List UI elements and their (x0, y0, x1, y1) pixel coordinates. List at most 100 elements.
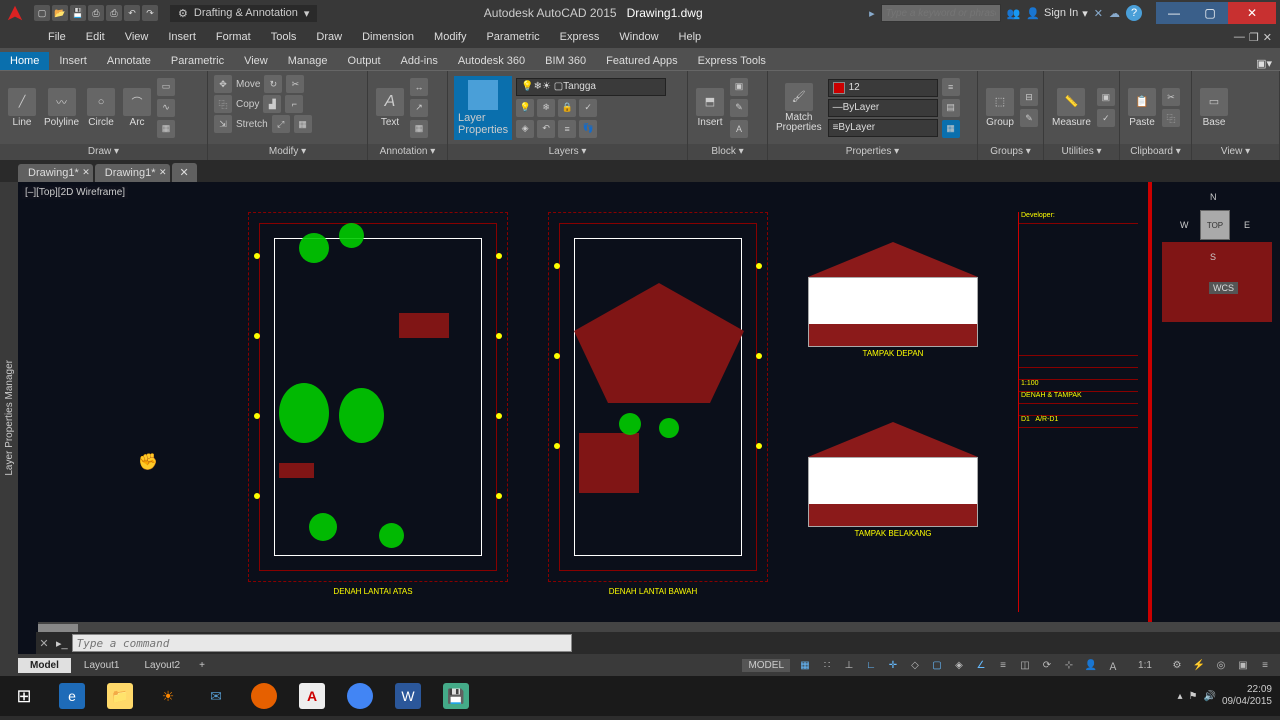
close-tab-icon[interactable]: ✕ (159, 167, 167, 178)
cmdline-close-icon[interactable]: ✕ (36, 637, 52, 650)
tray-action-icon[interactable]: ⚑ (1189, 691, 1198, 702)
panel-title-modify[interactable]: Modify ▾ (208, 144, 367, 160)
prop-list-icon[interactable]: ≡ (942, 78, 960, 96)
new-tab-button[interactable]: ✕ (172, 163, 197, 182)
table-icon[interactable]: ▦ (410, 120, 428, 138)
polar-toggle-icon[interactable]: ✛ (883, 656, 903, 674)
layout-tab-1[interactable]: Layout1 (72, 658, 132, 673)
qat-undo-icon[interactable]: ↶ (124, 5, 140, 21)
layer-prev-icon[interactable]: ↶ (537, 120, 555, 138)
layer-off-icon[interactable]: 💡 (516, 99, 534, 117)
menu-view[interactable]: View (115, 29, 159, 45)
ribbon-tab-annotate[interactable]: Annotate (97, 52, 161, 70)
otrack-toggle-icon[interactable]: ∠ (971, 656, 991, 674)
ribbon-tab-a360[interactable]: Autodesk 360 (448, 52, 535, 70)
ribbon-tab-addins[interactable]: Add-ins (391, 52, 448, 70)
maximize-button[interactable]: ▢ (1192, 2, 1228, 24)
osnap-toggle-icon[interactable]: ▢ (927, 656, 947, 674)
panel-title-groups[interactable]: Groups ▾ (978, 144, 1043, 160)
lineweight-dropdown[interactable]: ≡ ByLayer (828, 119, 938, 137)
ribbon-tab-insert[interactable]: Insert (49, 52, 97, 70)
cut-icon[interactable]: ✂ (1162, 88, 1180, 106)
leader-icon[interactable]: ↗ (410, 99, 428, 117)
taskbar-save[interactable]: 💾 (432, 676, 480, 716)
group-button[interactable]: ⬚Group (984, 86, 1016, 130)
match-properties-button[interactable]: 🖌Match Properties (774, 81, 824, 135)
layer-state-icon[interactable]: ≡ (558, 120, 576, 138)
ortho-toggle-icon[interactable]: ∟ (861, 656, 881, 674)
panel-title-clipboard[interactable]: Clipboard ▾ (1120, 144, 1191, 160)
arc-button[interactable]: ⌒Arc (121, 86, 153, 130)
cycling-icon[interactable]: ⟳ (1037, 656, 1057, 674)
panel-title-block[interactable]: Block ▾ (688, 144, 767, 160)
annomon-icon[interactable]: 👤 (1081, 656, 1101, 674)
block-attr-icon[interactable]: A (730, 120, 748, 138)
close-tab-icon[interactable]: ✕ (82, 167, 90, 178)
doc-minimize-icon[interactable]: — (1234, 31, 1245, 44)
help-icon[interactable]: ? (1126, 5, 1142, 21)
annoscale-icon[interactable]: Ａ (1103, 656, 1123, 674)
layout-tab-2[interactable]: Layout2 (132, 658, 192, 673)
select-all-icon[interactable]: ▣ (1097, 88, 1115, 106)
drawing-canvas[interactable]: [–][Top][2D Wireframe] DENAH LANTAI ATAS (18, 182, 1280, 654)
insert-block-button[interactable]: ⬒Insert (694, 86, 726, 130)
app-menu-icon[interactable] (0, 0, 30, 26)
ribbon-tab-parametric[interactable]: Parametric (161, 52, 234, 70)
layer-manager-collapsed[interactable]: Layer Properties Manager (0, 182, 18, 654)
viewport-label[interactable]: [–][Top][2D Wireframe] (22, 186, 128, 199)
panel-title-layers[interactable]: Layers ▾ (448, 144, 687, 160)
minimize-button[interactable]: — (1156, 2, 1192, 24)
ungroup-icon[interactable]: ⊟ (1020, 88, 1038, 106)
menu-tools[interactable]: Tools (261, 29, 307, 45)
fillet-icon[interactable]: ⌐ (285, 95, 303, 113)
layer-iso-icon[interactable]: ◈ (516, 120, 534, 138)
add-layout-button[interactable]: + (193, 658, 211, 673)
rectangle-icon[interactable]: ▭ (157, 78, 175, 96)
menu-file[interactable]: File (38, 29, 76, 45)
array-icon[interactable]: ▦ (294, 115, 312, 133)
menu-window[interactable]: Window (609, 29, 668, 45)
workspace-switch-icon[interactable]: ⚙ (1167, 656, 1187, 674)
taskbar-autocad[interactable]: A (288, 676, 336, 716)
command-input[interactable] (72, 634, 572, 652)
prop-palette-icon[interactable]: ▦ (942, 120, 960, 138)
layer-freeze-icon[interactable]: ❄ (537, 99, 555, 117)
menu-help[interactable]: Help (669, 29, 712, 45)
help-search-input[interactable] (881, 4, 1001, 22)
close-button[interactable]: ✕ (1228, 2, 1276, 24)
menu-express[interactable]: Express (550, 29, 610, 45)
cleanscreen-icon[interactable]: ▣ (1233, 656, 1253, 674)
iso-toggle-icon[interactable]: ◇ (905, 656, 925, 674)
exchange-icon[interactable]: ✕ (1094, 7, 1103, 20)
stretch-button[interactable]: ⇲Stretch⤢▦ (214, 115, 361, 133)
file-tab-1[interactable]: Drawing1*✕ (18, 164, 93, 182)
search-arrow-icon[interactable]: ▸ (869, 7, 875, 20)
viewcube-w[interactable]: W (1180, 220, 1189, 230)
qat-plot-icon[interactable]: ⎙ (106, 5, 122, 21)
copy-clip-icon[interactable]: ⿻ (1162, 109, 1180, 127)
dimension-icon[interactable]: ↔ (410, 78, 428, 96)
menu-format[interactable]: Format (206, 29, 261, 45)
text-button[interactable]: AText (374, 86, 406, 130)
taskbar-app1[interactable]: ☀ (144, 676, 192, 716)
menu-dimension[interactable]: Dimension (352, 29, 424, 45)
taskbar-word[interactable]: W (384, 676, 432, 716)
ribbon-tab-featured[interactable]: Featured Apps (596, 52, 688, 70)
base-view-button[interactable]: ▭Base (1198, 86, 1230, 130)
viewcube-n[interactable]: N (1210, 192, 1217, 202)
calc-icon[interactable]: ✓ (1097, 109, 1115, 127)
group-edit-icon[interactable]: ✎ (1020, 109, 1038, 127)
panel-title-draw[interactable]: Draw ▾ (0, 144, 207, 160)
linetype-dropdown[interactable]: — ByLayer (828, 99, 938, 117)
ribbon-tab-view[interactable]: View (234, 52, 278, 70)
prop-bylayer-icon[interactable]: ▤ (942, 99, 960, 117)
circle-button[interactable]: ○Circle (85, 86, 117, 130)
taskbar-chrome[interactable] (336, 676, 384, 716)
panel-title-utilities[interactable]: Utilities ▾ (1044, 144, 1119, 160)
block-edit-icon[interactable]: ✎ (730, 99, 748, 117)
ribbon-collapse-icon[interactable]: ▣▾ (1256, 57, 1280, 70)
doc-close-icon[interactable]: ✕ (1263, 31, 1272, 44)
infer-toggle-icon[interactable]: ⊥ (839, 656, 859, 674)
layer-properties-button[interactable]: Layer Properties (454, 76, 512, 140)
wcs-badge[interactable]: WCS (1209, 282, 1238, 294)
